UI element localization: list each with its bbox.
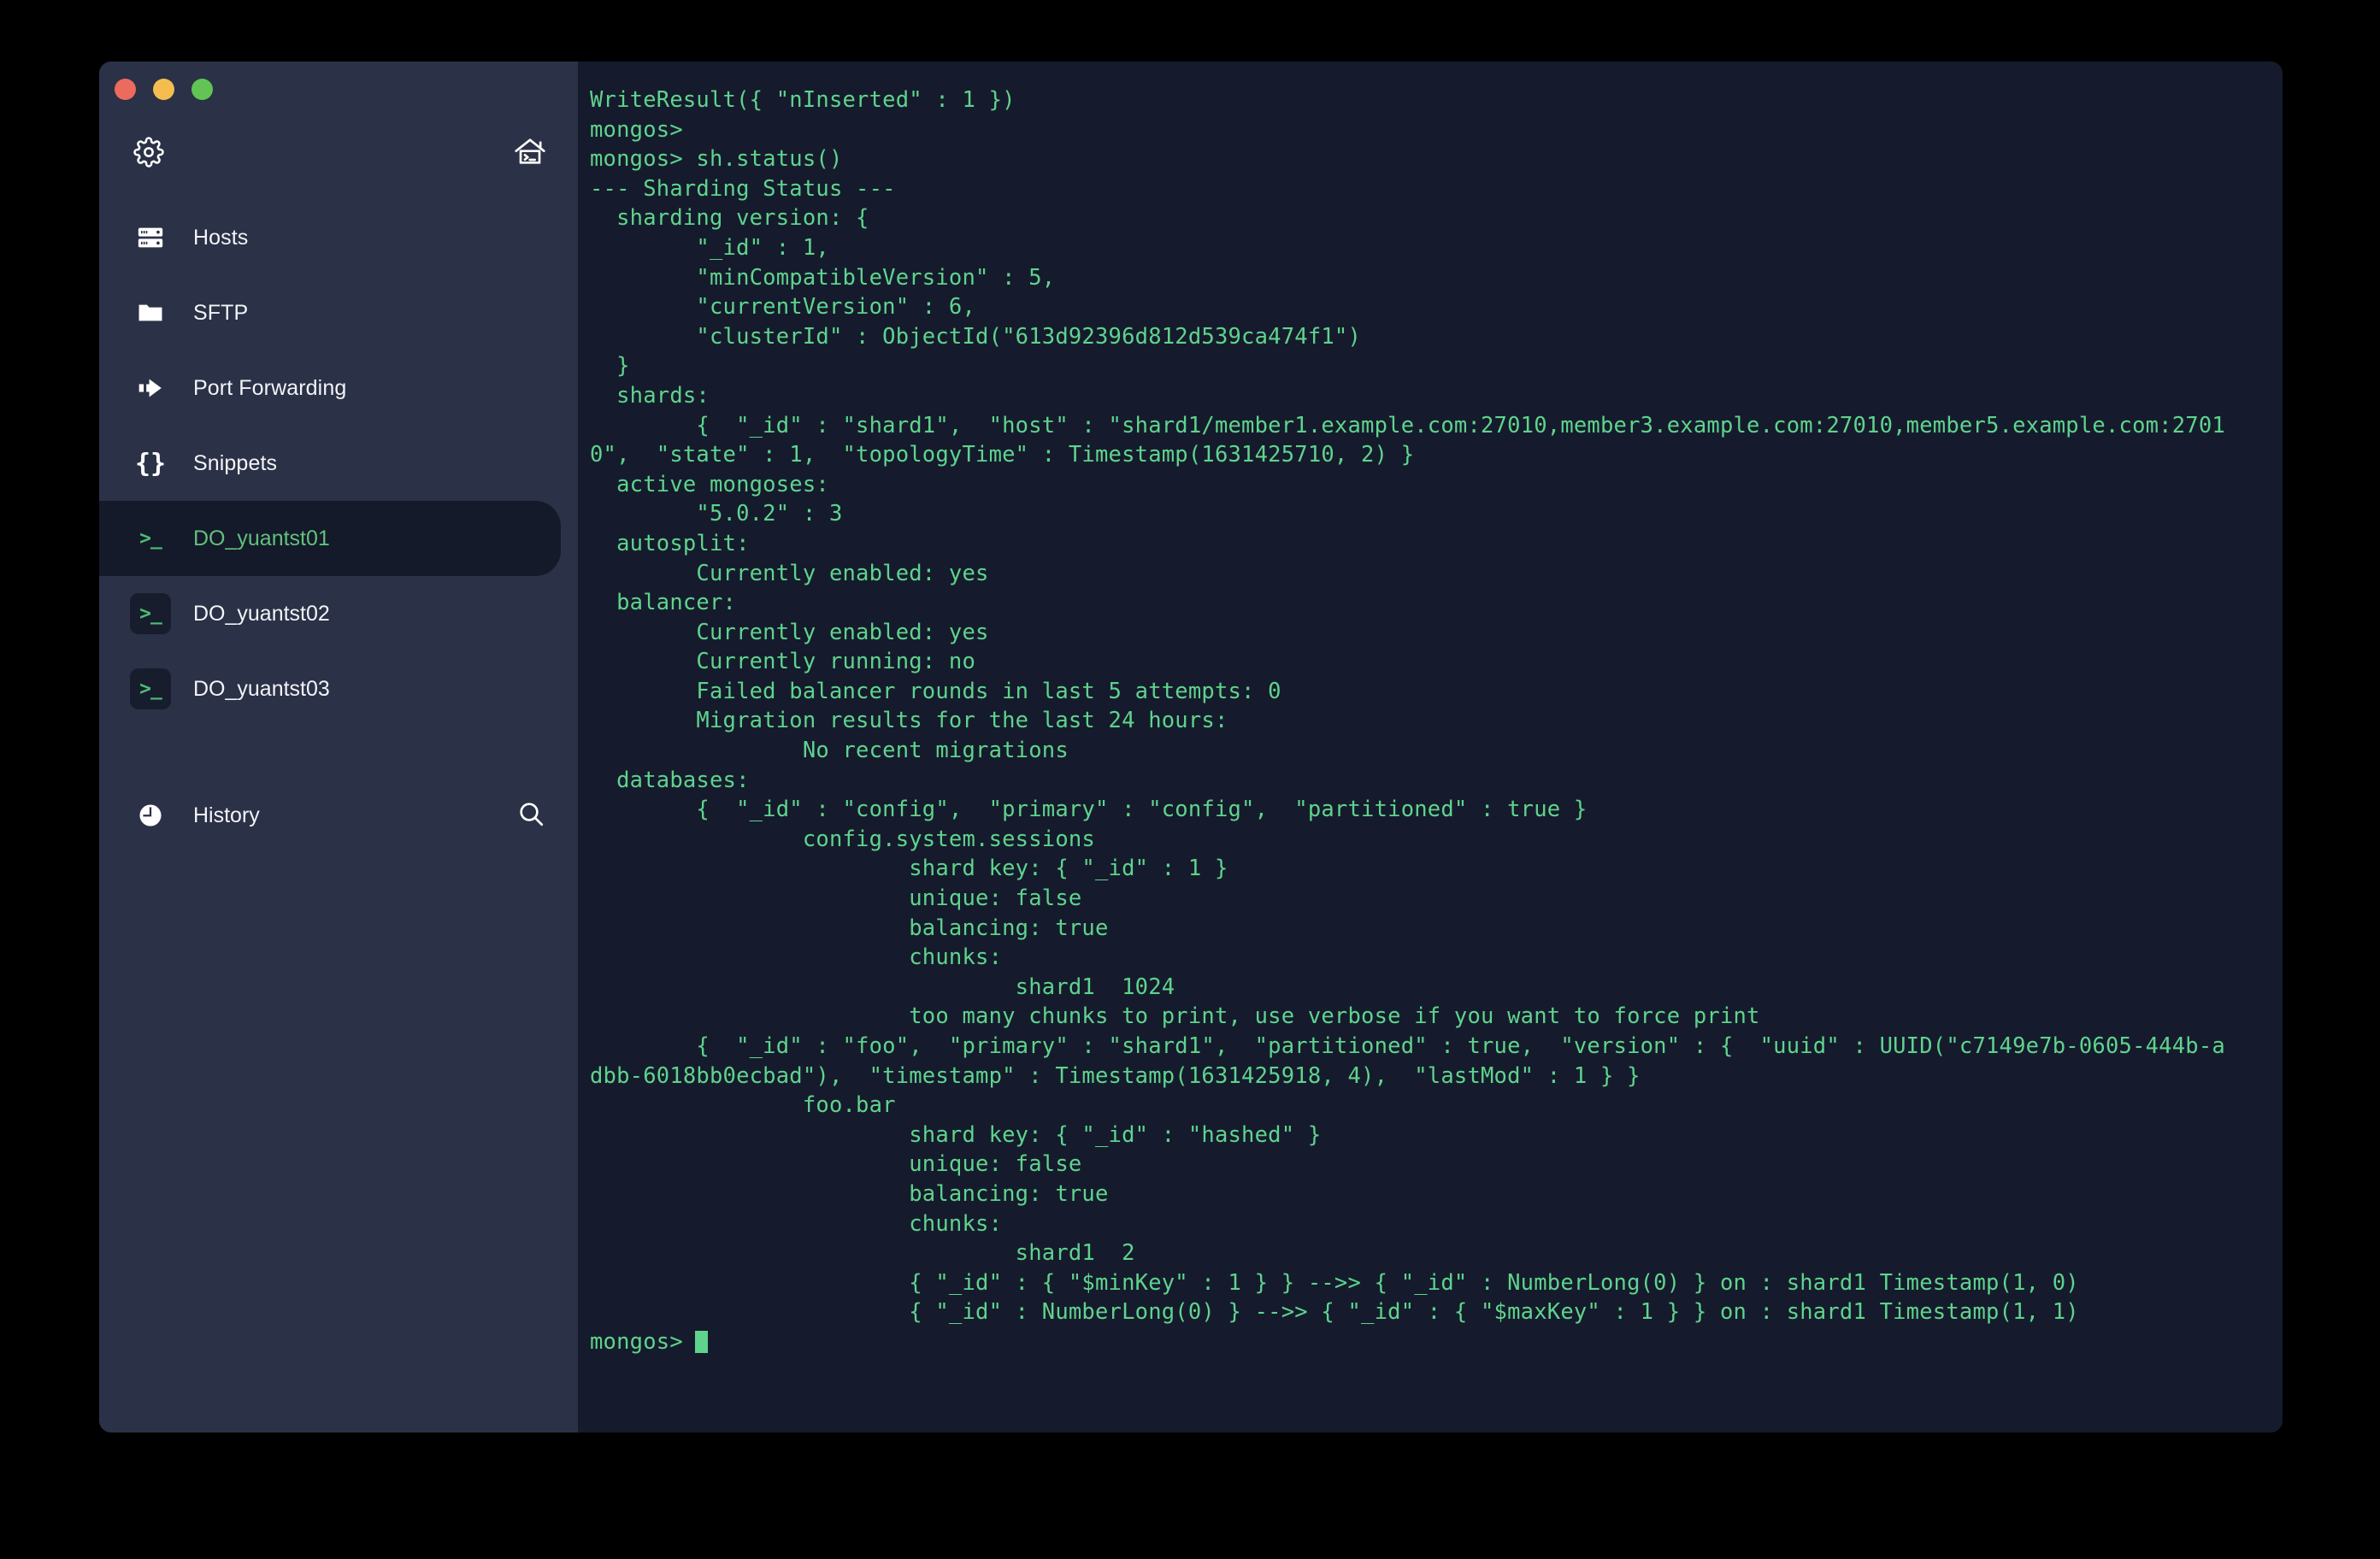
terminal-prompt-icon: >_	[139, 527, 162, 550]
sidebar-item-snippets[interactable]: {} Snippets	[99, 426, 578, 501]
sidebar-item-hosts[interactable]: Hosts	[99, 200, 578, 275]
terminal-line: "clusterId" : ObjectId("613d92396d812d53…	[590, 323, 1362, 350]
terminal-line: Currently enabled: yes	[590, 560, 989, 586]
close-button[interactable]	[115, 79, 136, 100]
sidebar-item-session-do-yuantst03[interactable]: >_ DO_yuantst03	[99, 651, 578, 727]
forward-arrow-icon	[130, 368, 171, 409]
terminal-line: { "_id" : "shard1", "host" : "shard1/mem…	[590, 412, 2225, 438]
terminal-line: { "_id" : NumberLong(0) } -->> { "_id" :…	[590, 1299, 2093, 1326]
terminal-line: shard1 2	[590, 1240, 1135, 1267]
terminal-line: 0", "state" : 1, "topologyTime" : Timest…	[590, 442, 1415, 468]
sidebar-item-label: History	[193, 803, 260, 827]
terminal-line: unique: false	[590, 885, 1082, 912]
home-terminal-icon	[513, 135, 547, 174]
terminal-line: chunks:	[590, 944, 1003, 971]
folder-icon	[130, 292, 171, 333]
sidebar-item-session-do-yuantst01[interactable]: >_ DO_yuantst01	[99, 501, 561, 576]
sidebar-nav: Hosts SFTP Port Forwarding {} Snippets >…	[99, 200, 578, 727]
search-icon[interactable]	[516, 799, 545, 832]
terminal-line: WriteResult({ "nInserted" : 1 })	[590, 87, 1016, 113]
home-button[interactable]	[511, 135, 549, 173]
terminal-line: sharding version: {	[590, 205, 869, 232]
terminal-line: --- Sharding Status ---	[590, 175, 910, 202]
terminal-line: "_id" : 1,	[590, 234, 829, 261]
terminal-line: balancer:	[590, 590, 737, 616]
clock-icon	[130, 795, 171, 836]
terminal-line: Migration results for the last 24 hours:	[590, 708, 1228, 734]
terminal-line: autosplit:	[590, 530, 750, 556]
terminal-prompt-icon: >_	[130, 668, 171, 709]
terminal-line: chunks:	[590, 1210, 1003, 1237]
sidebar-item-label: DO_yuantst03	[193, 676, 330, 701]
sidebar-item-session-do-yuantst02[interactable]: >_ DO_yuantst02	[99, 576, 578, 651]
terminal-line: foo.bar	[590, 1092, 896, 1119]
terminal-line: "5.0.2" : 3	[590, 501, 843, 527]
terminal-pane[interactable]: WriteResult({ "nInserted" : 1 }) mongos> m…	[578, 62, 2283, 1433]
terminal-line: }	[590, 353, 630, 379]
terminal-output: WriteResult({ "nInserted" : 1 }) mongos> m…	[578, 85, 2283, 1357]
terminal-line: active mongoses:	[590, 471, 829, 497]
sidebar-toolbar	[99, 128, 578, 179]
terminal-line: shard key: { "_id" : "hashed" }	[590, 1121, 1322, 1148]
terminal-line: Currently enabled: yes	[590, 619, 989, 645]
sidebar-item-sftp[interactable]: SFTP	[99, 275, 578, 350]
sidebar-item-label: Hosts	[193, 225, 249, 250]
terminal-line: mongos>	[590, 116, 683, 143]
terminal-line: unique: false	[590, 1151, 1082, 1178]
terminal-prompt-line: mongos>	[590, 1327, 2283, 1357]
sidebar-item-label: DO_yuantst01	[193, 526, 330, 550]
sidebar-item-label: Port Forwarding	[193, 375, 347, 400]
server-icon	[130, 217, 171, 258]
sidebar-item-label: Snippets	[193, 450, 278, 475]
zoom-button[interactable]	[191, 79, 213, 100]
terminal-line: Failed balancer rounds in last 5 attempt…	[590, 678, 1281, 704]
settings-button[interactable]	[130, 135, 168, 173]
app-window: Hosts SFTP Port Forwarding {} Snippets >…	[99, 62, 2283, 1433]
terminal-prompt-label: mongos>	[590, 1328, 683, 1355]
terminal-line: too many chunks to print, use verbose if…	[590, 1003, 1760, 1030]
terminal-line: balancing: true	[590, 1180, 1109, 1207]
terminal-line: No recent migrations	[590, 738, 1069, 764]
terminal-line: shards:	[590, 382, 710, 409]
terminal-line: shard key: { "_id" : 1 }	[590, 856, 1228, 882]
sidebar-item-label: DO_yuantst02	[193, 601, 330, 626]
window-traffic-lights	[115, 79, 213, 100]
terminal-line: Currently running: no	[590, 649, 976, 675]
terminal-line: databases:	[590, 767, 750, 793]
terminal-line: shard1 1024	[590, 974, 1175, 1000]
sidebar-item-label: SFTP	[193, 300, 249, 325]
terminal-cursor	[694, 1330, 708, 1353]
terminal-line: "currentVersion" : 6,	[590, 294, 976, 321]
gear-icon	[133, 136, 164, 172]
terminal-line: "minCompatibleVersion" : 5,	[590, 264, 1056, 291]
terminal-line: balancing: true	[590, 915, 1109, 941]
terminal-prompt-icon: >_	[130, 593, 171, 634]
sidebar-item-port-forwarding[interactable]: Port Forwarding	[99, 350, 578, 426]
terminal-line: mongos> sh.status()	[590, 146, 843, 173]
sidebar: Hosts SFTP Port Forwarding {} Snippets >…	[99, 62, 578, 1433]
terminal-line: { "_id" : "config", "primary" : "config"…	[590, 797, 1588, 823]
terminal-line: { "_id" : "foo", "primary" : "shard1", "…	[590, 1033, 2225, 1059]
braces-icon: {}	[134, 448, 167, 479]
terminal-line: config.system.sessions	[590, 826, 1095, 852]
minimize-button[interactable]	[153, 79, 174, 100]
terminal-line: { "_id" : { "$minKey" : 1 } } -->> { "_i…	[590, 1269, 2093, 1296]
terminal-line: dbb-6018bb0ecbad"), "timestamp" : Timest…	[590, 1062, 1641, 1089]
sidebar-item-history[interactable]: History	[99, 778, 578, 853]
